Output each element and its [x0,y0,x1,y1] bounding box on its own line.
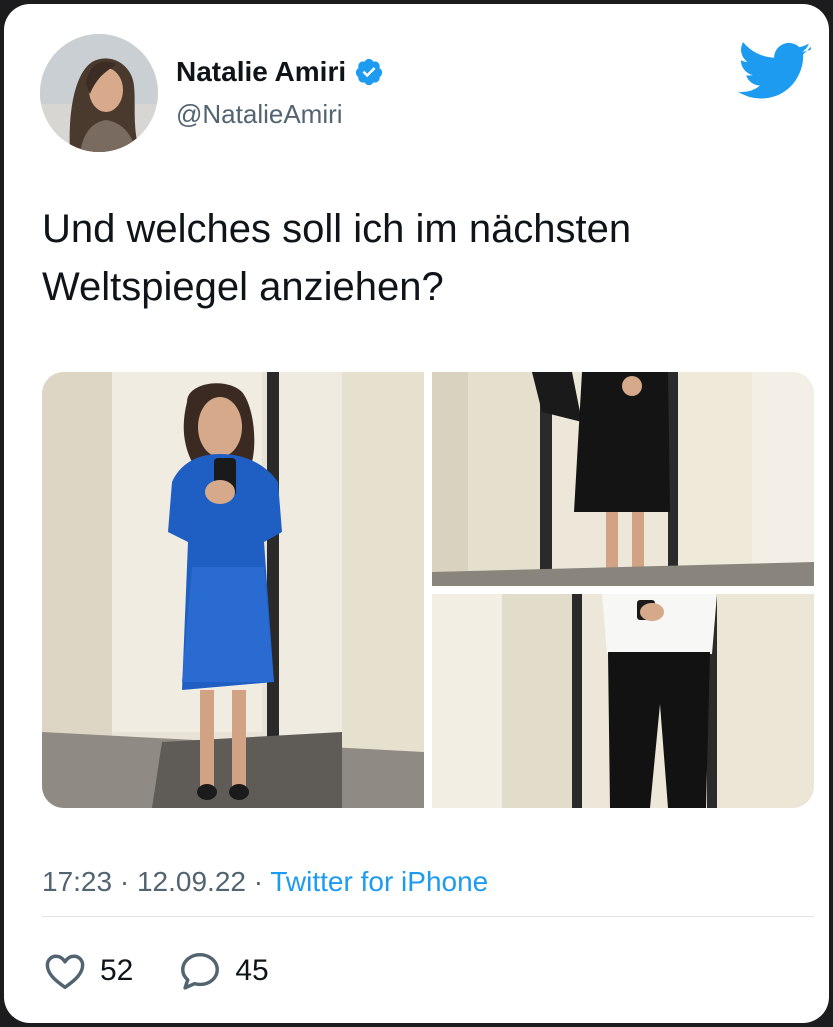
tweet-date[interactable]: 12.09.22 [137,866,246,897]
author-name[interactable]: Natalie Amiri [176,56,346,88]
like-count: 52 [100,954,134,987]
heart-icon [45,954,85,990]
tweet-text: Und welches soll ich im nächsten Weltspi… [42,200,782,316]
tweet-text-line-1: Und welches soll ich im nächsten [42,207,632,251]
reply-count: 45 [235,954,269,987]
meta-separator: · [119,866,130,897]
divider [42,916,814,917]
author-handle[interactable]: @NatalieAmiri [176,99,343,130]
reply-button[interactable]: 45 [177,948,269,994]
twitter-bird-icon[interactable] [738,42,812,104]
photo-black-dress[interactable] [432,372,814,586]
tweet-card: Natalie Amiri @NatalieAmiri Und welches … [4,4,829,1023]
action-bar: 52 45 [42,948,313,994]
tweet-source-link[interactable]: Twitter for iPhone [270,866,488,897]
tweet-time[interactable]: 17:23 [42,866,112,897]
verified-badge-icon [356,58,383,86]
media-grid [42,372,814,808]
like-button[interactable]: 52 [42,948,133,994]
meta-separator: · [253,866,264,897]
photo-blue-dress[interactable] [42,372,424,808]
photo-white-top-trousers[interactable] [432,594,814,808]
reply-bubble-icon [181,952,220,990]
avatar[interactable] [40,34,158,152]
tweet-meta: 17:23 · 12.09.22 · Twitter for iPhone [42,866,488,898]
author-name-row[interactable]: Natalie Amiri [176,56,384,88]
tweet-text-line-2: Weltspiegel anziehen? [42,265,444,309]
